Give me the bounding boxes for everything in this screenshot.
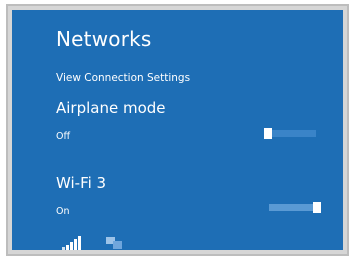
wifi-state: On [56,206,70,217]
airplane-mode-title: Airplane mode [56,99,166,117]
wifi-network-title: Wi-Fi 3 [56,174,107,192]
view-connection-settings-link[interactable]: View Connection Settings [56,72,190,84]
network-icon[interactable] [106,237,122,249]
airplane-mode-toggle[interactable] [264,128,316,139]
toggle-fill [269,204,313,211]
networks-panel: Networks View Connection Settings Airpla… [12,10,343,250]
wifi-toggle[interactable] [269,202,321,213]
toggle-thumb [264,128,272,139]
toggle-thumb [313,202,321,213]
panel-title: Networks [56,27,152,51]
networks-flyout-frame: Networks View Connection Settings Airpla… [6,4,349,256]
airplane-mode-state: Off [56,131,71,142]
signal-strength-icon [62,236,84,250]
